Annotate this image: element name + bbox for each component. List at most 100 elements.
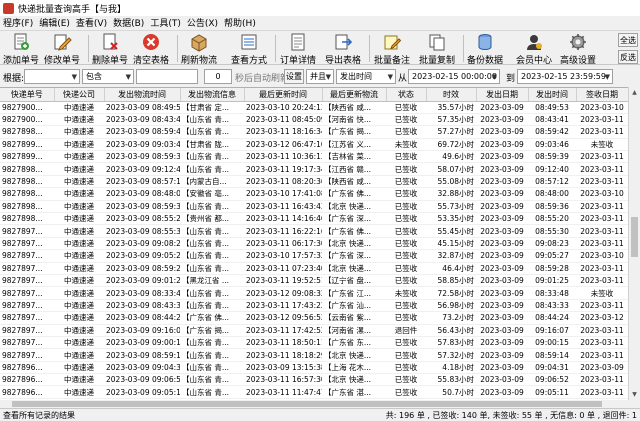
table-row[interactable]: 9827896... 中通速递 2023-03-09 09:06:52 【山东省 青.… bbox=[0, 373, 628, 387]
table-cell: 中通速递 bbox=[54, 361, 104, 375]
table-cell: 73.2小时 bbox=[426, 311, 476, 325]
table-cell: 【江苏省 义... bbox=[322, 138, 386, 152]
table-row[interactable]: 9827897... 中通速递 2023-03-09 09:05:27 【山东省 青.… bbox=[0, 249, 628, 263]
scroll-down-icon[interactable]: ▼ bbox=[629, 389, 640, 400]
table-cell: 2023-03-11 bbox=[576, 274, 628, 288]
table-cell: 08:57:12 bbox=[528, 175, 576, 189]
export-table-button[interactable]: 导出表格 bbox=[325, 32, 361, 66]
set-refresh-button[interactable]: 设置 bbox=[284, 69, 304, 84]
select-all-button[interactable]: 全选 bbox=[618, 33, 638, 47]
table-row[interactable]: 9827898... 中通速递 2023-03-09 09:12:40 【山东省 青.… bbox=[0, 162, 628, 176]
user-icon bbox=[524, 32, 544, 52]
table-row[interactable]: 9827898... 中通速递 2023-03-09 08:59:42 【山东省 青.… bbox=[0, 125, 628, 139]
table-cell: 2023-03-11 bbox=[576, 262, 628, 275]
column-header[interactable]: 状态 bbox=[386, 88, 427, 102]
scroll-up-icon[interactable]: ▲ bbox=[629, 87, 640, 98]
table-row[interactable]: 9827896... 中通速递 2023-03-09 09:04:31 【山东省 青.… bbox=[0, 361, 628, 375]
menu-edit[interactable]: 编辑(E) bbox=[36, 16, 73, 29]
table-cell: 2023-03-11 17:42:52 bbox=[244, 324, 322, 337]
table-cell: 已签收 bbox=[386, 385, 426, 399]
table-cell: 【山东省 青... bbox=[180, 200, 244, 214]
keyword-input[interactable] bbox=[136, 69, 198, 84]
table-row[interactable]: 9827897... 中通速递 2023-03-09 08:44:24 【广东省 佛.… bbox=[0, 311, 628, 325]
table-row[interactable]: 9827897... 中通速递 2023-03-09 09:01:25 【黑龙江省 .… bbox=[0, 274, 628, 288]
app-icon bbox=[3, 2, 14, 14]
table-cell: 已签收 bbox=[386, 336, 426, 350]
backup-data-button[interactable]: 备份数据 bbox=[467, 32, 503, 66]
delete-order-button[interactable]: 删除单号 bbox=[92, 32, 128, 66]
table-row[interactable]: 9827897... 中通速递 2023-03-09 08:43:33 【山东省 青.… bbox=[0, 299, 628, 313]
table-row[interactable]: 9827899... 中通速递 2023-03-09 08:59:39 【山东省 青.… bbox=[0, 150, 628, 164]
table-row[interactable]: 9827897... 中通速递 2023-03-09 08:55:30 【山东省 青.… bbox=[0, 224, 628, 238]
from-date-picker[interactable]: 2023-02-15 00:00:00 ▼ bbox=[408, 69, 500, 84]
logic-select[interactable]: 并且 ▼ bbox=[306, 69, 334, 84]
member-center-button[interactable]: 会员中心 bbox=[516, 32, 552, 66]
edit-order-button[interactable]: 修改单号 bbox=[44, 32, 80, 66]
horizontal-scrollbar[interactable] bbox=[0, 400, 628, 408]
table-cell: 53.35小时 bbox=[426, 212, 476, 226]
menu-notice[interactable]: 公告(X) bbox=[184, 16, 221, 29]
match-mode-select[interactable]: 包含 ▼ bbox=[82, 69, 134, 84]
column-header[interactable]: 时效 bbox=[426, 88, 477, 102]
invert-selection-button[interactable]: 反选 bbox=[618, 50, 638, 64]
table-cell: 69.72小时 bbox=[426, 138, 476, 152]
table-row[interactable]: 9827898... 中通速递 2023-03-09 08:48:00 【安徽省 亳.… bbox=[0, 187, 628, 201]
table-row[interactable]: 9827898... 中通速递 2023-03-09 08:55:20 【贵州省 都.… bbox=[0, 212, 628, 226]
scroll-thumb[interactable] bbox=[631, 217, 638, 257]
table-cell: 9827897... bbox=[0, 237, 54, 251]
table-row[interactable]: 9827897... 中通速递 2023-03-09 09:16:07 【广东省 揭.… bbox=[0, 324, 628, 337]
time-field-select[interactable]: 发出时间 ▼ bbox=[336, 69, 396, 84]
table-row[interactable]: 9827898... 中通速递 2023-03-09 08:57:12 【内蒙古自..… bbox=[0, 175, 628, 189]
table-cell: 09:00:15 bbox=[528, 336, 576, 350]
view-mode-button[interactable]: 查看方式 bbox=[231, 32, 267, 66]
table-cell: 2023-03-09 bbox=[476, 237, 528, 251]
column-header[interactable]: 快递公司 bbox=[54, 88, 105, 102]
menu-help[interactable]: 帮助(H) bbox=[221, 16, 259, 29]
table-cell: 中通速递 bbox=[54, 336, 104, 350]
column-header[interactable]: 快递单号 bbox=[0, 88, 55, 102]
batch-copy-button[interactable]: 批量复制 bbox=[419, 32, 455, 66]
table-cell: 09:03:46 bbox=[528, 138, 576, 152]
column-header[interactable]: 签收日期 bbox=[576, 88, 628, 102]
table-cell: 中通速递 bbox=[54, 200, 104, 214]
table-row[interactable]: 9827896... 中通速递 2023-03-09 09:05:11 【山东省 青.… bbox=[0, 385, 628, 399]
filter-field-select[interactable]: ▼ bbox=[24, 69, 80, 84]
menu-tools[interactable]: 工具(T) bbox=[147, 16, 184, 29]
table-cell: 已签收 bbox=[386, 299, 426, 313]
vertical-scrollbar[interactable]: ▲ ▼ bbox=[628, 87, 640, 400]
refresh-logistics-button[interactable]: 刷新物流 bbox=[181, 32, 217, 66]
table-row[interactable]: 9827897... 中通速递 2023-03-09 08:59:14 【山东省 青.… bbox=[0, 348, 628, 362]
table-row[interactable]: 9827899... 中通速递 2023-03-09 09:03:46 【甘肃省 陇.… bbox=[0, 138, 628, 152]
table-row[interactable]: 9827897... 中通速递 2023-03-09 09:08:23 【山东省 青.… bbox=[0, 237, 628, 251]
table-row[interactable]: 9827897... 中通速递 2023-03-09 08:33:48 【山东省 青.… bbox=[0, 286, 628, 300]
horizontal-scroll-thumb[interactable] bbox=[12, 401, 602, 407]
column-header[interactable]: 最后更新物流 bbox=[322, 88, 387, 102]
clear-table-button[interactable]: 清空表格 bbox=[133, 32, 169, 66]
table-cell: 9827897... bbox=[0, 274, 54, 288]
table-row[interactable]: 9827900... 中通速递 2023-03-09 08:43:41 【山东省 青.… bbox=[0, 113, 628, 127]
table-cell: 9827898... bbox=[0, 175, 54, 189]
batch-note-button[interactable]: 批量备注 bbox=[374, 32, 410, 66]
menu-data[interactable]: 数据(B) bbox=[110, 16, 147, 29]
column-header[interactable]: 发出时间 bbox=[528, 88, 577, 102]
table-cell: 2023-03-09 08:57:12 bbox=[104, 175, 180, 189]
order-detail-button[interactable]: 订单详情 bbox=[280, 32, 316, 66]
table-row[interactable]: 9827897... 中通速递 2023-03-09 09:00:15 【山东省 青.… bbox=[0, 336, 628, 350]
menu-program[interactable]: 程序(F) bbox=[0, 16, 36, 29]
menu-view[interactable]: 查看(V) bbox=[73, 16, 110, 29]
results-table: 快递单号 快递公司 发出物流时间 发出物流信息 最后更新时间 最后更新物流 状态 时效 发出日期… bbox=[0, 88, 628, 400]
refresh-seconds-input[interactable]: 0 bbox=[204, 69, 232, 84]
column-header[interactable]: 发出日期 bbox=[476, 88, 529, 102]
to-date-picker[interactable]: 2023-02-15 23:59:59 ▼ bbox=[517, 69, 613, 84]
column-header[interactable]: 发出物流信息 bbox=[180, 88, 245, 102]
advanced-settings-button[interactable]: 高级设置 bbox=[560, 32, 596, 66]
add-order-button[interactable]: 添加单号 bbox=[3, 32, 39, 66]
table-row[interactable]: 9827900... 中通速递 2023-03-09 08:49:53 【甘肃省 定.… bbox=[0, 101, 628, 114]
table-cell: 9827897... bbox=[0, 262, 54, 275]
table-row[interactable]: 9827898... 中通速递 2023-03-09 08:59:36 【山东省 青.… bbox=[0, 200, 628, 214]
column-header[interactable]: 发出物流时间 bbox=[104, 88, 181, 102]
table-cell: 9827899... bbox=[0, 150, 54, 164]
table-row[interactable]: 9827897... 中通速递 2023-03-09 08:59:28 【山东省 青.… bbox=[0, 262, 628, 275]
column-header[interactable]: 最后更新时间 bbox=[244, 88, 323, 102]
table-cell: 08:59:28 bbox=[528, 262, 576, 275]
